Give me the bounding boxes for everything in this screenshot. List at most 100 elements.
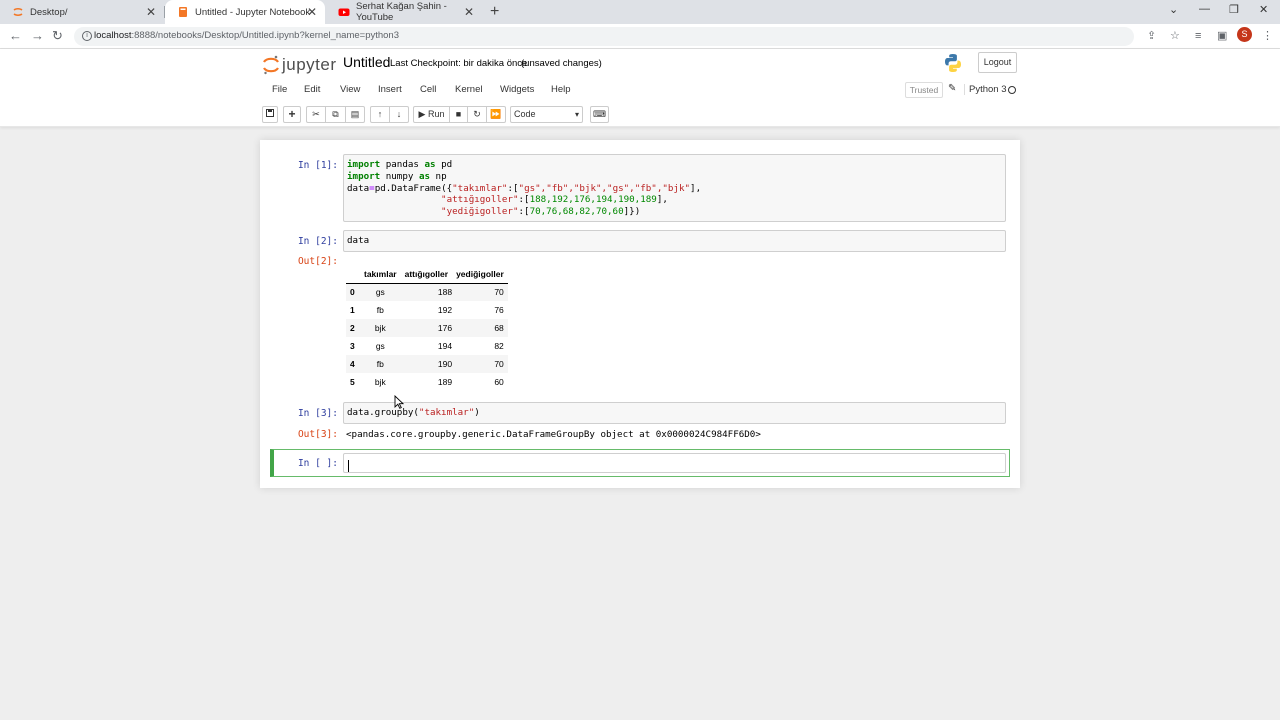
output-prompt: Out[2]: <box>297 256 338 267</box>
table-cell: 76 <box>494 305 504 315</box>
copy-button[interactable]: ⧉ <box>326 106 346 123</box>
tab-youtube[interactable]: Serhat Kağan Şahin - YouTube ✕ <box>326 0 482 24</box>
tab-desktop[interactable]: Desktop/ ✕ <box>0 0 164 24</box>
reading-list-icon[interactable]: ≡ <box>1195 29 1201 43</box>
column-header: takımlar <box>360 265 401 284</box>
back-arrow-icon[interactable]: ← <box>9 28 22 44</box>
menu-view[interactable]: View <box>340 84 360 95</box>
code-token: np <box>430 170 447 182</box>
row-index: 2 <box>350 323 355 333</box>
bookmark-star-icon[interactable]: ☆ <box>1170 29 1180 43</box>
cut-button[interactable]: ✂ <box>306 106 326 123</box>
side-panel-icon[interactable]: ▣ <box>1217 29 1227 43</box>
code-token: :[ <box>518 206 530 218</box>
close-tab-icon[interactable]: ✕ <box>307 5 317 19</box>
table-cell: 176 <box>437 323 453 333</box>
run-button[interactable]: ▶ Run <box>413 106 450 123</box>
share-icon[interactable]: ⇪ <box>1147 29 1156 43</box>
keyboard-icon: ⌨ <box>593 109 606 119</box>
code-editor[interactable]: data <box>344 231 1005 251</box>
table-cell: 194 <box>437 341 453 351</box>
command-palette-button[interactable]: ⌨ <box>590 106 609 123</box>
jupyter-logo[interactable]: jupyter <box>263 54 337 76</box>
notebook-name[interactable]: Untitled <box>343 54 390 70</box>
table-row: 4 fb 190 70 <box>346 355 508 373</box>
minimize-icon[interactable]: — <box>1199 3 1210 15</box>
youtube-icon <box>338 6 350 18</box>
new-tab-button[interactable]: + <box>490 2 499 22</box>
restart-button[interactable]: ↻ <box>468 106 487 123</box>
table-cell: 189 <box>437 377 453 387</box>
table-cell: 60 <box>494 377 504 387</box>
trusted-indicator[interactable]: Trusted <box>905 82 943 98</box>
code-editor[interactable]: import pandas as pd import numpy as np d… <box>344 155 1005 222</box>
column-header: attığıgoller <box>400 265 453 284</box>
menu-widgets[interactable]: Widgets <box>500 84 534 95</box>
code-cell-3[interactable]: data.groupby("takımlar") <box>343 402 1006 424</box>
menu-file[interactable]: File <box>272 84 287 95</box>
move-up-button[interactable]: ↑ <box>370 106 390 123</box>
profile-avatar[interactable]: S <box>1237 27 1252 42</box>
table-header-row: takımlar attığıgoller yediğigoller <box>346 265 508 284</box>
code-token: pandas <box>380 159 425 170</box>
table-row: 2 bjk 176 68 <box>346 319 508 337</box>
close-tab-icon[interactable]: ✕ <box>146 5 156 19</box>
string-literal: "yediğigoller" <box>441 206 519 218</box>
table-cell: fb <box>376 305 384 315</box>
table-cell: bjk <box>374 323 386 333</box>
notebook-container: In [1]: import pandas as pd import numpy… <box>260 140 1020 488</box>
code-cell-4[interactable] <box>343 453 1006 473</box>
table-row: 5 bjk 189 60 <box>346 373 508 391</box>
code-token: :[ <box>507 182 519 194</box>
index-header <box>346 265 360 284</box>
kernel-name: Python 3 <box>964 84 1007 95</box>
info-icon[interactable]: i <box>82 31 92 41</box>
tab-search-chevron-icon[interactable]: ⌄ <box>1169 3 1178 16</box>
mouse-pointer-icon <box>394 395 404 409</box>
column-header: yediğigoller <box>452 265 508 284</box>
menu-cell[interactable]: Cell <box>420 84 436 95</box>
row-index: 4 <box>350 359 355 369</box>
paste-icon: ▤ <box>350 109 360 119</box>
menu-bar: File Edit View Insert Cell Kernel Widget… <box>260 79 1020 101</box>
keyword: as <box>418 170 431 182</box>
table-cell: bjk <box>374 377 386 387</box>
close-window-icon[interactable]: ✕ <box>1259 3 1268 16</box>
keyword: import <box>347 159 381 170</box>
more-menu-icon[interactable]: ⋮ <box>1262 29 1273 43</box>
menu-insert[interactable]: Insert <box>378 84 402 95</box>
menu-edit[interactable]: Edit <box>304 84 320 95</box>
notebook-icon <box>177 6 189 18</box>
code-editor[interactable]: data.groupby("takımlar") <box>344 403 1005 423</box>
restore-icon[interactable]: ❐ <box>1229 3 1239 16</box>
close-tab-icon[interactable]: ✕ <box>464 5 474 19</box>
table-cell: 70 <box>494 359 504 369</box>
keyword: as <box>424 159 436 170</box>
restart-icon: ↻ <box>473 109 481 119</box>
code-cell-1[interactable]: import pandas as pd import numpy as np d… <box>343 154 1006 222</box>
code-cell-2[interactable]: data <box>343 230 1006 252</box>
restart-run-all-button[interactable]: ⏩ <box>487 106 506 123</box>
table-cell: gs <box>375 287 385 298</box>
insert-cell-button[interactable]: + <box>283 106 301 123</box>
cell-type-select[interactable]: Code ▾ <box>510 106 583 123</box>
tab-untitled-notebook[interactable]: Untitled - Jupyter Notebook ✕ <box>165 0 325 24</box>
scissors-icon: ✂ <box>312 109 320 119</box>
url-input[interactable]: i localhost:8888/notebooks/Desktop/Untit… <box>74 27 1134 46</box>
reload-icon[interactable]: ↻ <box>52 28 63 44</box>
interrupt-button[interactable]: ■ <box>450 106 468 123</box>
table-cell: 188 <box>437 287 453 298</box>
forward-arrow-icon[interactable]: → <box>31 28 44 44</box>
save-button[interactable] <box>262 106 278 123</box>
row-index: 1 <box>350 305 355 315</box>
menu-kernel[interactable]: Kernel <box>455 84 482 95</box>
browser-tab-bar: Desktop/ ✕ Untitled - Jupyter Notebook ✕… <box>0 0 1280 24</box>
move-down-button[interactable]: ↓ <box>390 106 409 123</box>
logout-button[interactable]: Logout <box>978 52 1017 73</box>
paste-button[interactable]: ▤ <box>346 106 365 123</box>
menu-help[interactable]: Help <box>551 84 571 95</box>
input-prompt: In [1]: <box>297 160 338 171</box>
table-row: 0 gs 188 70 <box>346 283 508 301</box>
run-label: Run <box>427 109 445 119</box>
table-cell: 70 <box>494 287 504 298</box>
